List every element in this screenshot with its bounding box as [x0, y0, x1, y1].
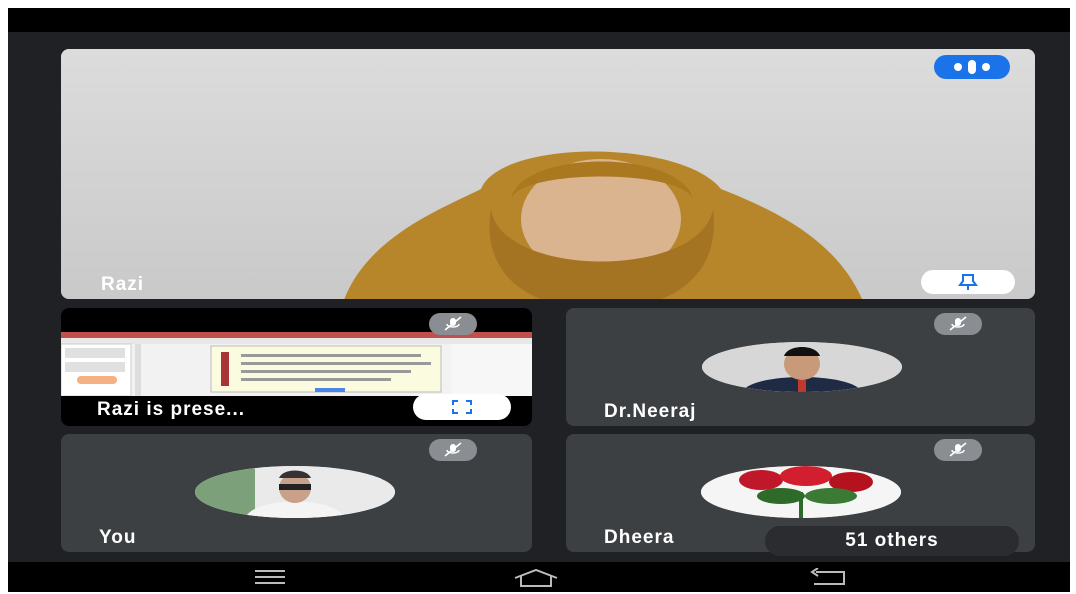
avatar	[702, 342, 902, 392]
pin-icon	[958, 274, 978, 290]
back-icon[interactable]	[808, 568, 848, 588]
pin-button[interactable]	[921, 270, 1015, 294]
self-mute-badge	[429, 439, 477, 461]
mic-off-icon	[444, 316, 462, 331]
main-speaker-name: Razi	[101, 274, 145, 295]
participant-mute-badge	[934, 313, 982, 335]
status-bar	[8, 8, 1070, 32]
audio-level-icon	[954, 60, 990, 74]
participant-name: Dheera	[604, 527, 675, 548]
self-tile[interactable]: You	[61, 434, 532, 552]
menu-lines-icon[interactable]	[255, 569, 285, 585]
main-speaker-tile[interactable]: Razi	[61, 49, 1035, 299]
avatar	[195, 466, 395, 518]
navigation-bar	[8, 562, 1070, 592]
speaker-video	[344, 151, 862, 299]
presentation-tile[interactable]: Razi is prese...	[61, 308, 532, 426]
others-count-chip[interactable]: 51 others	[765, 526, 1019, 556]
fullscreen-button[interactable]	[413, 394, 511, 420]
presenter-mute-badge	[429, 313, 477, 335]
mic-off-icon	[949, 442, 967, 457]
participant-name: Dr.Neeraj	[604, 401, 697, 422]
mic-off-icon	[444, 442, 462, 457]
presentation-label: Razi is prese...	[97, 399, 246, 420]
participant-tile[interactable]: Dr.Neeraj	[566, 308, 1035, 426]
presentation-preview	[61, 332, 532, 396]
avatar	[701, 466, 901, 518]
self-name: You	[99, 527, 137, 548]
audio-indicator	[934, 55, 1010, 79]
mic-off-icon	[949, 316, 967, 331]
meet-screen: Razi Razi is prese... Dr.Neeraj You Dhee…	[8, 8, 1070, 592]
fullscreen-icon	[452, 400, 472, 414]
home-icon[interactable]	[513, 568, 559, 588]
participant-mute-badge	[934, 439, 982, 461]
